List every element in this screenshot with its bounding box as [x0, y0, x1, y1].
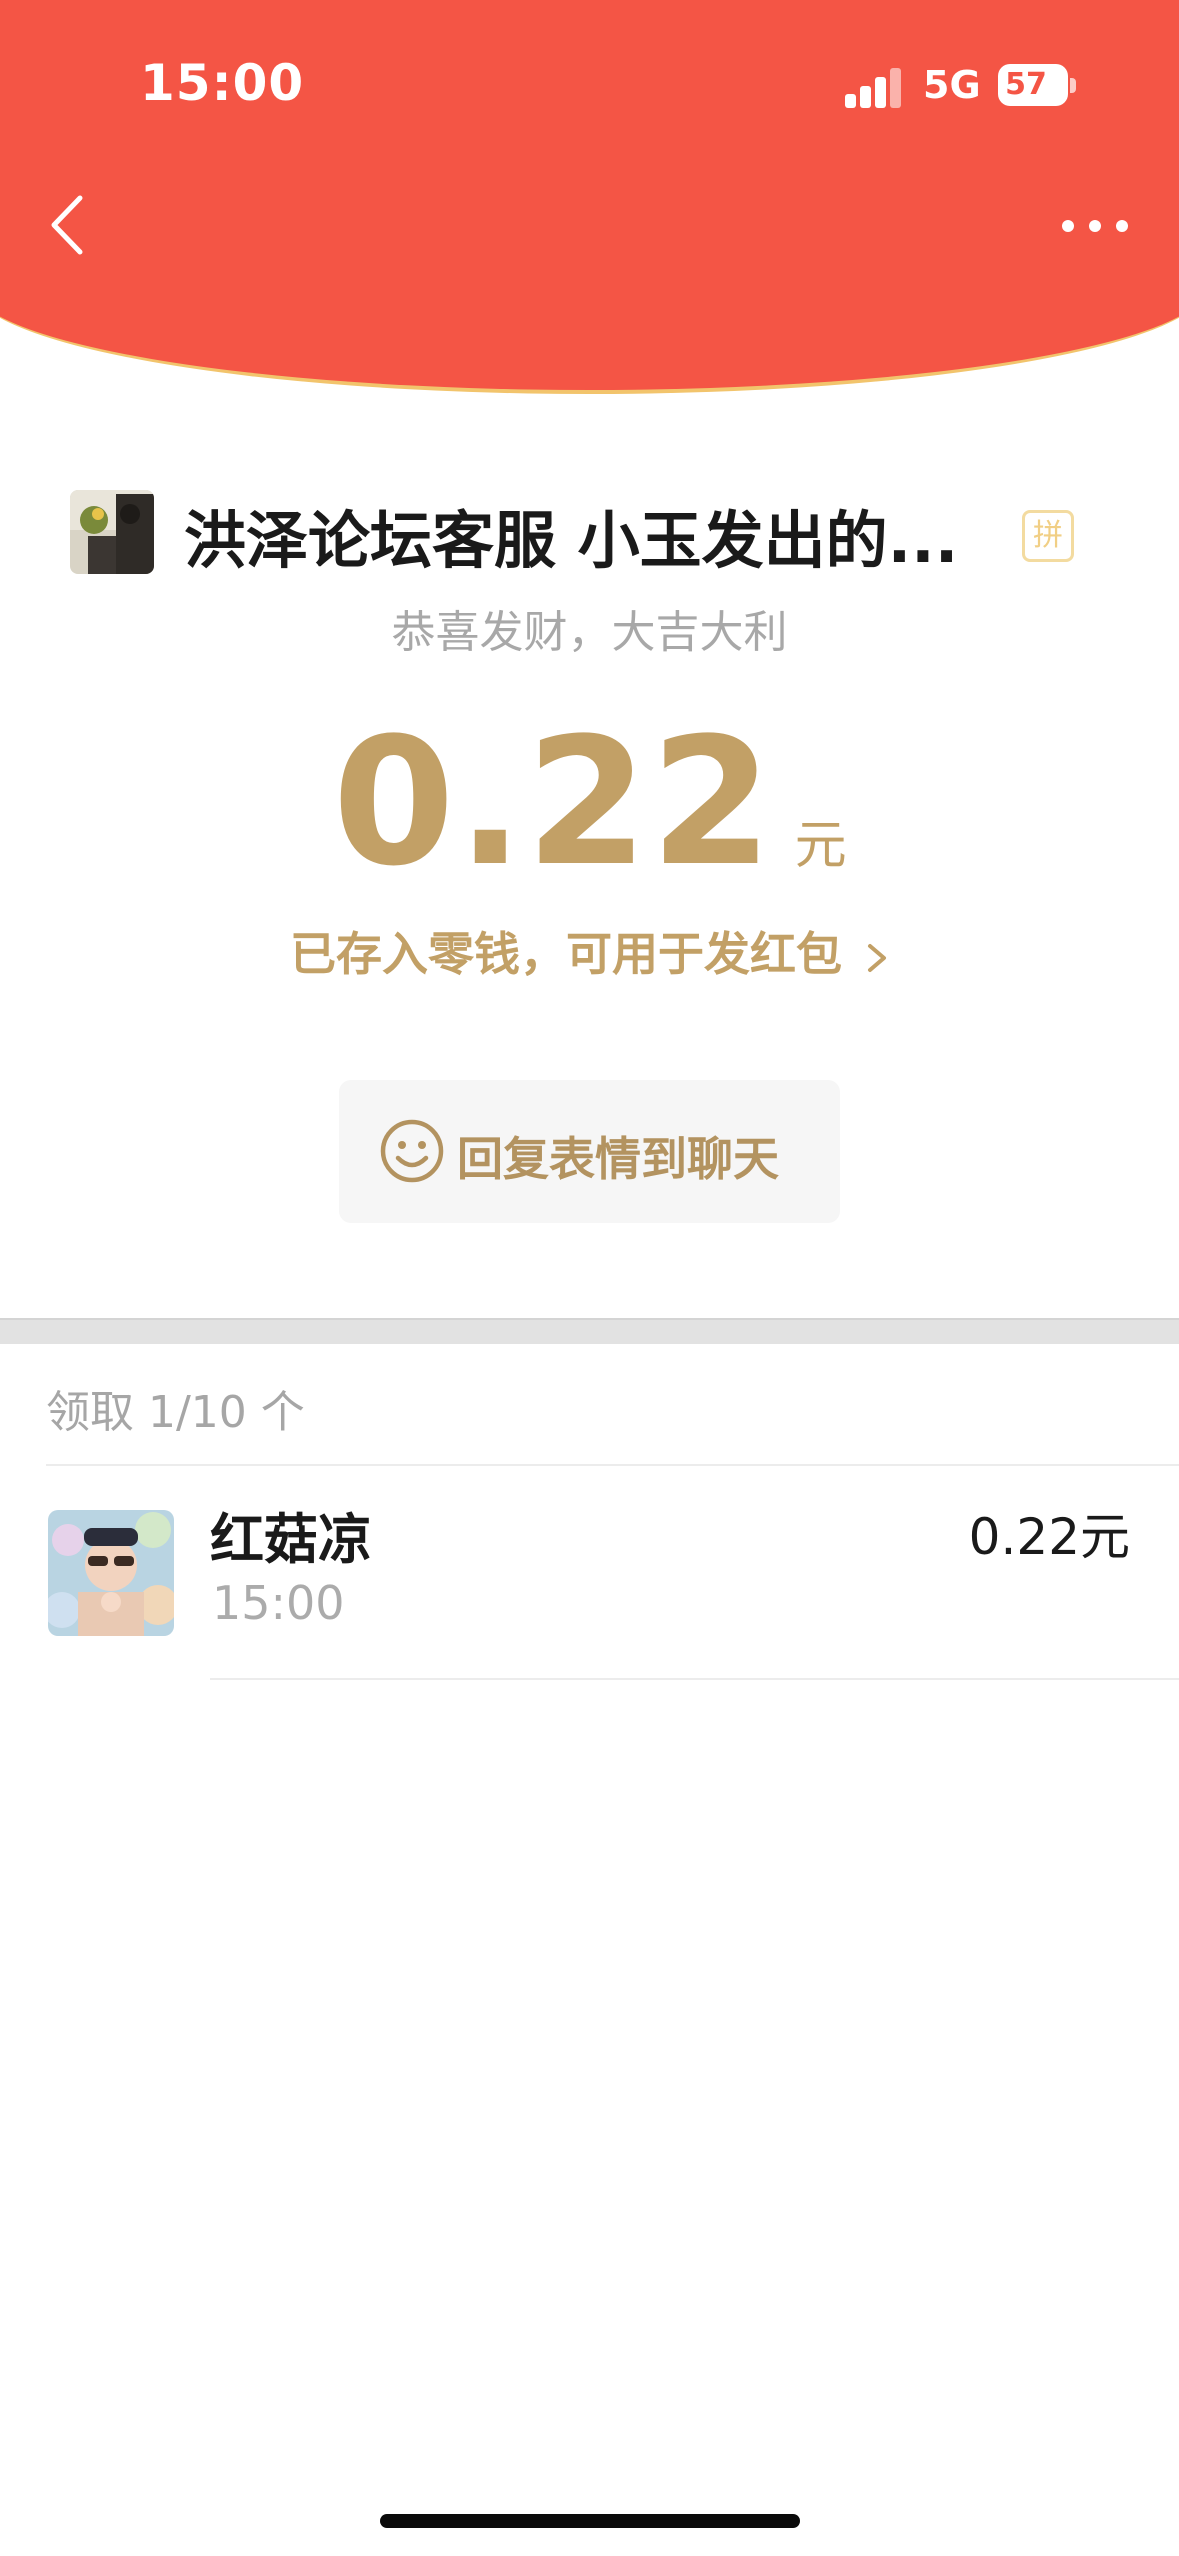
smiley-icon — [380, 1119, 444, 1183]
envelope-title: 洪泽论坛客服 小玉发出的... — [184, 504, 959, 577]
amount-value: 0.22 — [332, 700, 775, 905]
more-dots-icon — [1089, 220, 1101, 232]
status-time: 15:00 — [140, 54, 305, 112]
network-type: 5G — [923, 63, 981, 107]
signal-strength-icon — [845, 68, 903, 108]
wallet-deposit-link[interactable]: 已存入零钱，可用于发红包 — [290, 918, 930, 988]
deposit-note: 已存入零钱，可用于发红包 — [290, 927, 842, 981]
chevron-right-icon — [868, 943, 887, 972]
amount-display: 0.22 元 — [0, 700, 1179, 905]
divider — [46, 1464, 1179, 1466]
wish-message: 恭喜发财，大吉大利 — [391, 607, 788, 658]
battery-cap — [1070, 78, 1076, 93]
reply-button-label: 回复表情到聊天 — [457, 1132, 779, 1186]
more-dots-icon — [1116, 220, 1128, 232]
battery-icon: 57 — [998, 64, 1068, 106]
more-button[interactable] — [1050, 200, 1140, 250]
receiver-amount: 0.22元 — [968, 1508, 1130, 1566]
chevron-left-icon — [51, 195, 83, 255]
reply-with-sticker-button[interactable]: 回复表情到聊天 — [339, 1080, 840, 1223]
back-button[interactable] — [40, 190, 100, 260]
sender-avatar[interactable] — [70, 490, 154, 574]
divider — [210, 1678, 1179, 1680]
receiver-name: 红菇凉 — [210, 1508, 372, 1571]
amount-unit: 元 — [794, 816, 847, 876]
home-indicator[interactable] — [380, 2514, 800, 2528]
receiver-avatar[interactable] — [48, 1510, 174, 1636]
receiver-time: 15:00 — [212, 1576, 345, 1630]
section-divider — [0, 1318, 1179, 1344]
group-envelope-badge: 拼 — [1022, 510, 1074, 562]
battery-level: 57 — [1005, 67, 1047, 102]
received-summary: 领取 1/10 个 — [46, 1387, 305, 1438]
more-dots-icon — [1062, 220, 1074, 232]
